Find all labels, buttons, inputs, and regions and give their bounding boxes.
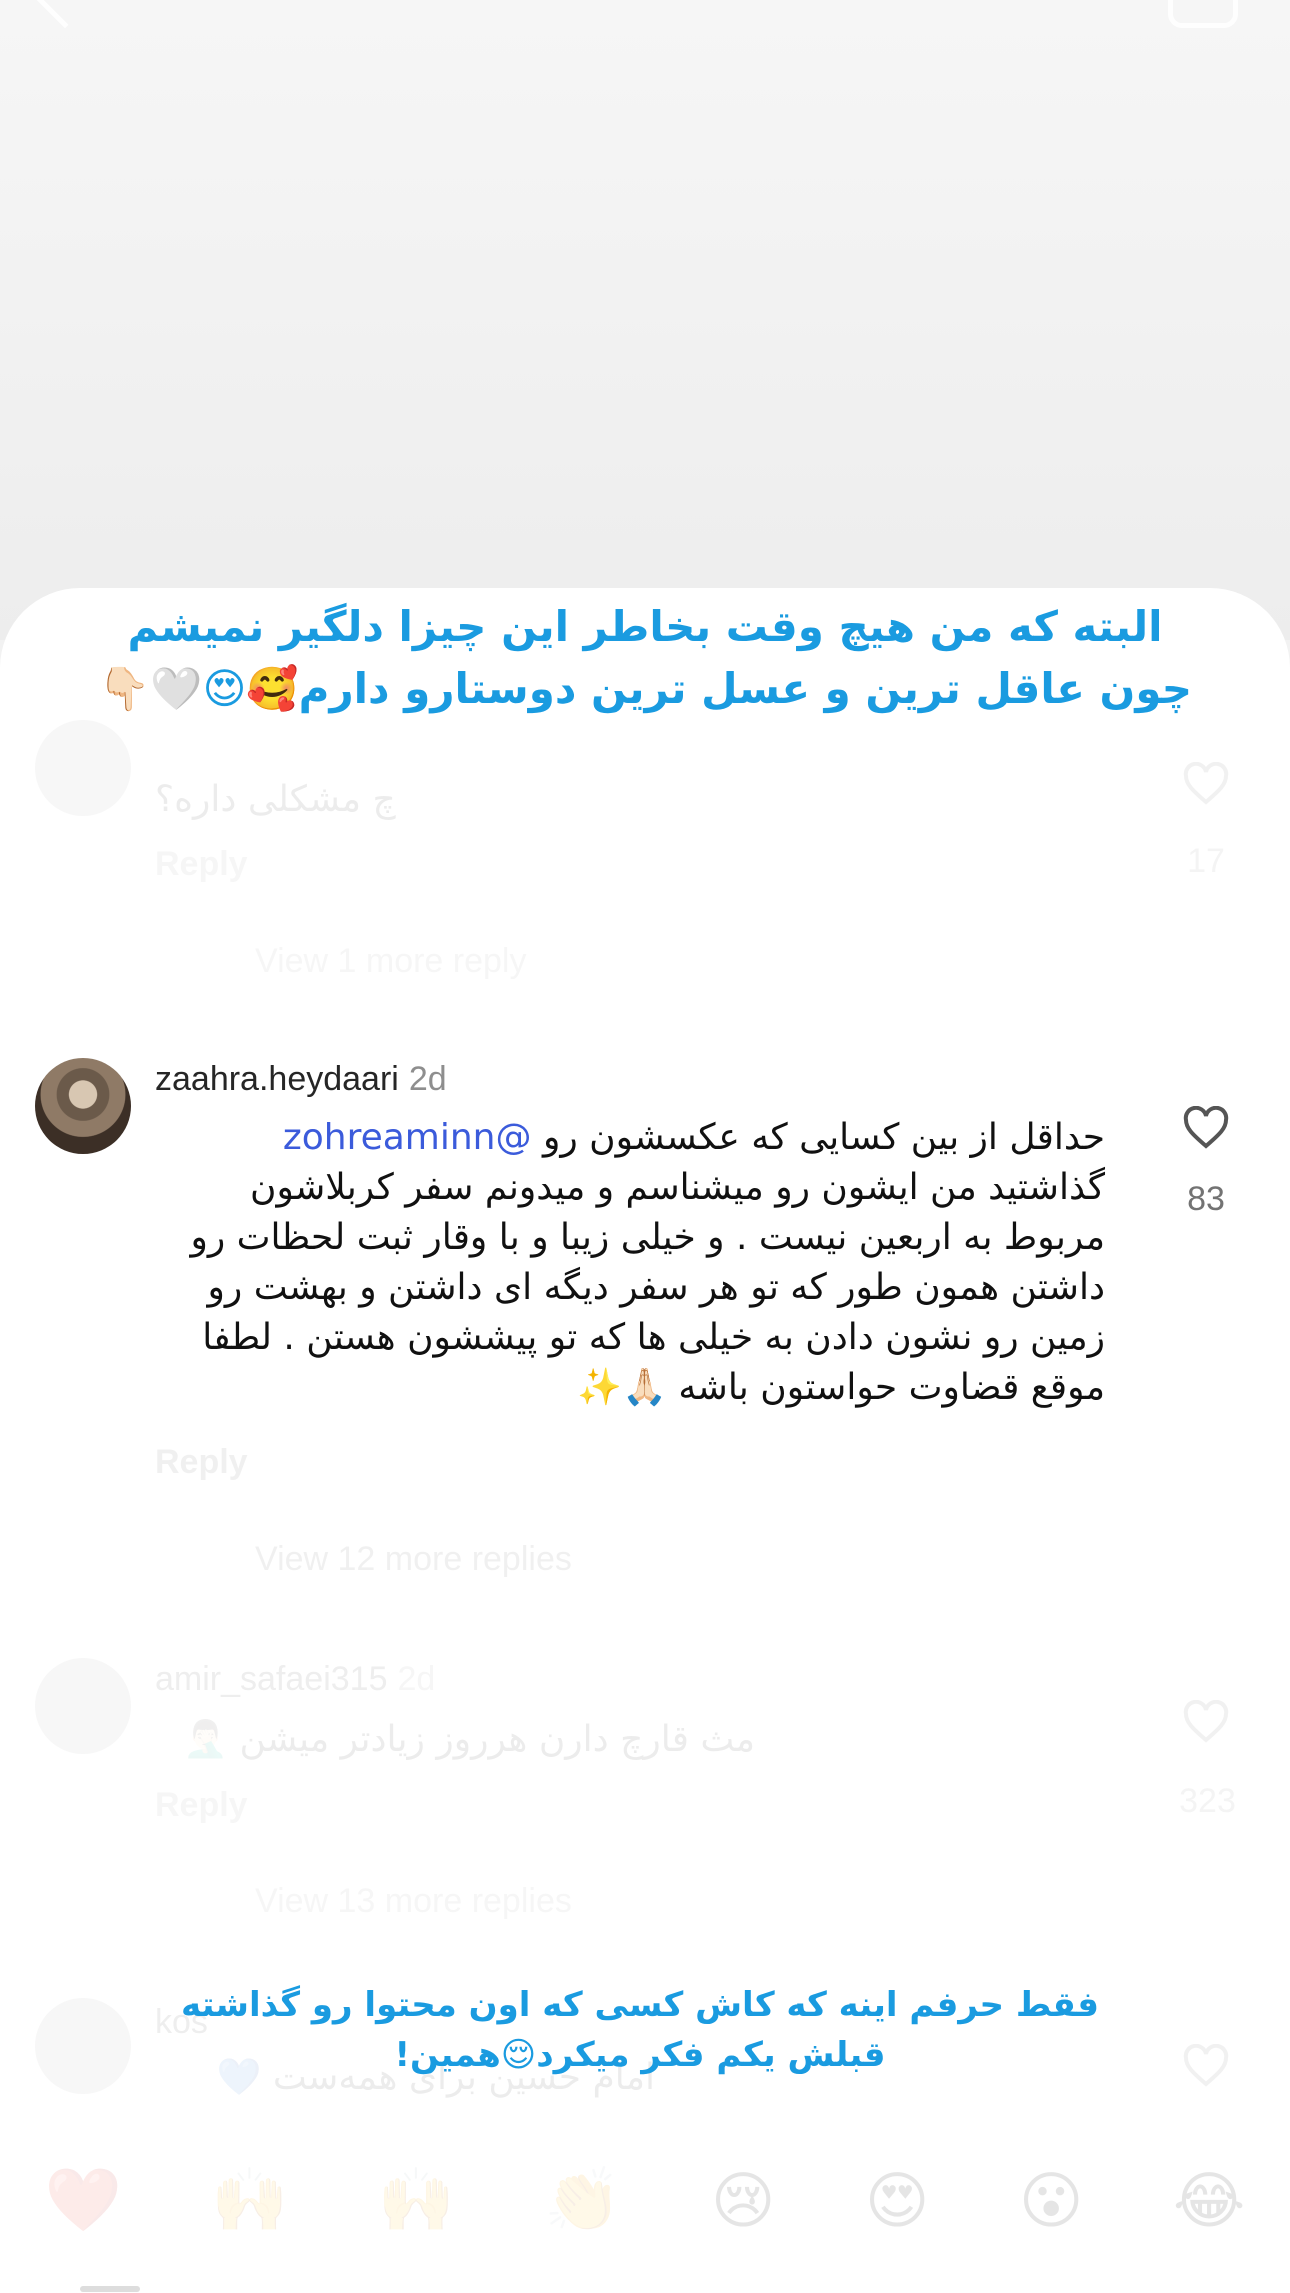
view-more-replies[interactable]: View 13 more replies	[255, 1882, 572, 1921]
overlay-line: قبلش یکم فکر میکرد😌همین!	[394, 2035, 886, 2075]
overlay-line: چون عاقل ترین و عسل ترین دوستارو دارم🥰😍🤍…	[98, 664, 1192, 713]
comment-username[interactable]: amir_safaei315 2d	[155, 1660, 435, 1699]
post-background	[0, 0, 1290, 640]
emoji-button[interactable]: 👏	[544, 2163, 621, 2237]
heart-icon[interactable]	[1182, 1700, 1230, 1744]
comment-text: چ مشکلی داره؟	[155, 779, 396, 820]
avatar[interactable]	[35, 720, 131, 816]
emoji-button[interactable]: 😍	[865, 2164, 930, 2237]
emoji-button[interactable]: 😂	[1173, 2164, 1245, 2237]
comment-text-rest: گذاشتید من ایشون رو میشناسم و میدونم سفر…	[190, 1167, 1105, 1408]
like-count: 323	[1179, 1782, 1236, 1820]
emoji-button[interactable]: 😢	[711, 2164, 776, 2237]
emoji-button[interactable]: ❤️	[45, 2163, 122, 2237]
emoji-button[interactable]: 😮	[1019, 2164, 1084, 2237]
comment-time: 2d	[408, 1060, 447, 1098]
overlay-caption-top: البته که من هیچ وقت بخاطر این چیزا دلگیر…	[70, 596, 1220, 720]
heart-icon[interactable]	[1182, 1106, 1230, 1150]
comment-text-line1: حداقل از بین کسایی که عکسشون رو	[542, 1117, 1105, 1158]
reply-button[interactable]: Reply	[155, 1443, 248, 1482]
comment-username[interactable]: zaahra.heydaari 2d	[155, 1060, 447, 1099]
view-more-replies[interactable]: View 12 more replies	[255, 1540, 572, 1579]
comment-input-handle	[80, 2286, 140, 2292]
avatar[interactable]	[35, 1998, 131, 2094]
heart-icon[interactable]	[1182, 2044, 1230, 2088]
emoji-button[interactable]: 🙌	[211, 2163, 288, 2237]
username[interactable]: amir_safaei315	[155, 1660, 387, 1698]
username[interactable]: zaahra.heydaari	[155, 1060, 399, 1098]
reply-button[interactable]: Reply	[155, 1786, 248, 1825]
emoji-reaction-bar: ❤️ 🙌 🙌 👏 😢 😍 😮 😂	[0, 2150, 1290, 2250]
comment-text: مث قارچ دارن هرروز زیادتر میشن 🤦🏻‍♂️	[183, 1719, 755, 1760]
view-more-replies[interactable]: View 1 more reply	[255, 942, 527, 981]
avatar[interactable]	[35, 1658, 131, 1754]
heart-icon[interactable]	[1182, 762, 1230, 806]
comment-time: 2d	[397, 1660, 436, 1698]
overlay-caption-bottom: فقط حرفم اینه که کاش کسی که اون محتوا رو…	[160, 1980, 1120, 2080]
comment-body: حداقل از بین کسایی که عکسشون رو @zohream…	[155, 1113, 1105, 1413]
back-arrow-icon[interactable]	[36, 0, 94, 29]
overlay-line: فقط حرفم اینه که کاش کسی که اون محتوا رو…	[181, 1985, 1099, 2025]
mention-link[interactable]: @zohreaminn	[283, 1117, 532, 1158]
emoji-button[interactable]: 🙌	[378, 2163, 455, 2237]
overlay-line: البته که من هیچ وقت بخاطر این چیزا دلگیر…	[127, 602, 1163, 651]
like-count: 17	[1187, 842, 1225, 880]
reply-button[interactable]: Reply	[155, 845, 248, 884]
like-count: 83	[1187, 1180, 1225, 1218]
avatar[interactable]	[35, 1058, 131, 1154]
camera-icon[interactable]	[1168, 0, 1238, 28]
